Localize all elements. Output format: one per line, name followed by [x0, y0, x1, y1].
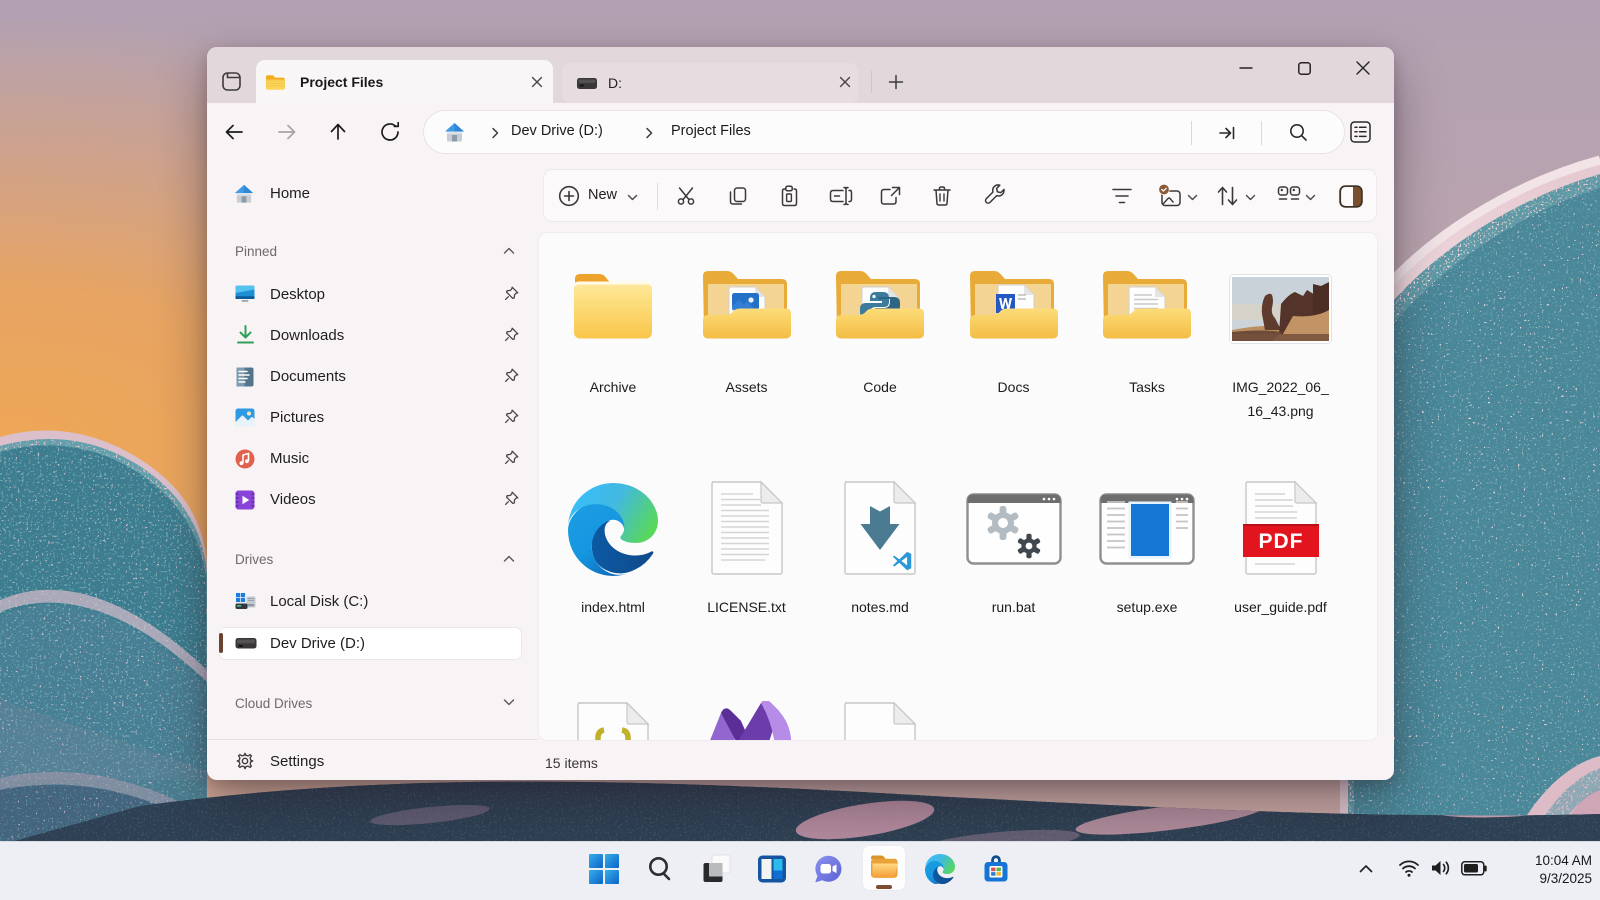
svg-text:PDF: PDF: [1258, 530, 1303, 553]
